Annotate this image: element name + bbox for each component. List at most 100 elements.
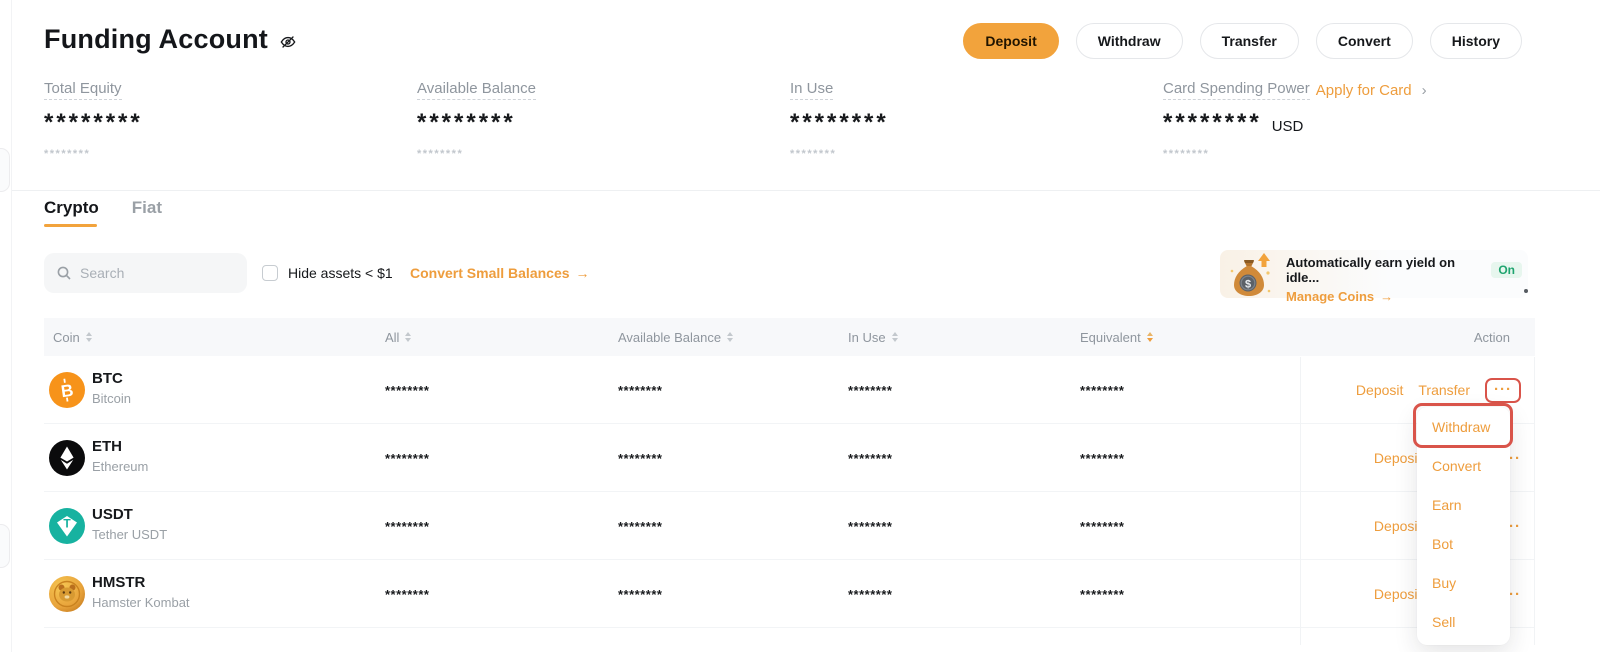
dropdown-item-earn[interactable]: Earn [1417,486,1510,525]
coin-name: Bitcoin [92,391,131,406]
earn-yield-banner[interactable]: $ Automatically earn yield on idle... On… [1220,250,1528,298]
convert-small-balances-label: Convert Small Balances [410,265,570,281]
table-row-usdt[interactable]: T USDT Tether USDT ******** ******** ***… [44,492,1535,560]
deposit-button[interactable]: Deposit [963,23,1058,59]
banner-text: Automatically earn yield on idle... On M… [1286,255,1522,304]
dropdown-item-convert[interactable]: Convert [1417,447,1510,486]
currency-unit: USD [1272,118,1304,137]
svg-text:T: T [63,517,71,531]
cell-in-use: ******** [848,519,892,534]
coin-symbol: BTC [92,370,131,387]
history-button[interactable]: History [1430,23,1522,59]
hide-small-assets-label: Hide assets < $1 [288,265,393,281]
stat-label: Card Spending Power [1163,80,1310,100]
cell-equivalent: ******** [1080,451,1124,466]
stat-sub-masked: ******** [790,148,889,160]
stat-sub-masked: ******** [417,148,536,160]
dropdown-item-buy[interactable]: Buy [1417,564,1510,603]
row-deposit-link[interactable]: Deposit [1374,586,1421,602]
coin-name: Hamster Kombat [92,595,190,610]
cell-all: ******** [385,451,429,466]
btc-coin-icon: B [49,372,85,408]
collapsed-panel-edge [11,0,12,652]
column-header-available-balance[interactable]: Available Balance [618,318,733,356]
table-row-hmstr[interactable]: HMSTR Hamster Kombat ******** ******** *… [44,560,1535,628]
assets-table-body: B BTC Bitcoin ******** ******** ********… [44,356,1535,628]
cell-in-use: ******** [848,587,892,602]
row-more-button[interactable]: ··· [1485,378,1521,403]
column-label: All [385,330,399,345]
column-label: Coin [53,330,80,345]
coin-symbol: HMSTR [92,574,190,591]
manage-coins-link[interactable]: Manage Coins → [1286,289,1393,304]
money-bag-icon: $ [1224,247,1278,301]
cell-all: ******** [385,519,429,534]
sort-icon[interactable] [86,332,92,342]
apply-for-card-link[interactable]: Apply for Card [1316,82,1412,99]
page-header: Funding Account [44,24,298,55]
sidebar-toggle-handle[interactable] [0,148,10,192]
withdraw-button[interactable]: Withdraw [1076,23,1183,59]
coin-symbol: ETH [92,438,148,455]
stat-card-spending-power: Card Spending Power Apply for Card › ***… [1163,80,1427,160]
cell-available-balance: ******** [618,519,662,534]
account-actions: Deposit Withdraw Transfer Convert Histor… [963,23,1522,59]
coin-name: Ethereum [92,459,148,474]
eye-slash-icon[interactable] [278,32,298,52]
dropdown-item-sell[interactable]: Sell [1417,603,1510,642]
search-box[interactable] [44,253,247,293]
action-column-divider [1300,357,1301,645]
row-actions-dropdown: Withdraw Convert Earn Bot Buy Sell [1417,407,1510,645]
column-header-in-use[interactable]: In Use [848,318,898,356]
row-deposit-link[interactable]: Deposit [1356,382,1403,398]
row-deposit-link[interactable]: Deposit [1374,450,1421,466]
dropdown-item-withdraw[interactable]: Withdraw [1417,408,1510,447]
stat-total-equity: Total Equity ******** ******** [44,80,143,160]
svg-text:$: $ [1245,279,1251,291]
stat-available-balance: Available Balance ******** ******** [417,80,536,160]
column-header-coin[interactable]: Coin [53,318,92,356]
arrow-right-icon: → [576,265,590,281]
cell-equivalent: ******** [1080,587,1124,602]
search-input[interactable] [80,265,220,281]
cell-all: ******** [385,383,429,398]
sidebar-toggle-handle[interactable] [0,524,10,568]
row-transfer-link[interactable]: Transfer [1418,382,1470,398]
column-header-equivalent[interactable]: Equivalent [1080,318,1153,356]
table-row-eth[interactable]: ETH Ethereum ******** ******** ******** … [44,424,1535,492]
dropdown-item-bot[interactable]: Bot [1417,525,1510,564]
sort-icon[interactable] [1147,332,1153,342]
sort-icon[interactable] [892,332,898,342]
yield-on-badge[interactable]: On [1491,262,1522,278]
banner-pagination-dot [1524,289,1528,293]
sort-icon[interactable] [727,332,733,342]
row-deposit-link[interactable]: Deposit [1374,518,1421,534]
stat-sub-masked: ******** [44,148,143,160]
stat-sub-masked: ******** [1163,148,1427,160]
tab-crypto[interactable]: Crypto [44,198,99,227]
asset-tabs: Crypto Fiat [44,198,162,227]
cell-equivalent: ******** [1080,519,1124,534]
stat-value-masked: ******** [417,109,536,137]
convert-small-balances-link[interactable]: Convert Small Balances → [410,265,590,281]
arrow-right-icon: → [1380,289,1393,304]
cell-all: ******** [385,587,429,602]
search-icon [56,265,72,281]
chevron-right-icon[interactable]: › [1422,82,1427,99]
column-header-all[interactable]: All [385,318,411,356]
cell-equivalent: ******** [1080,383,1124,398]
table-row-btc[interactable]: B BTC Bitcoin ******** ******** ********… [44,356,1535,424]
hide-small-assets-checkbox[interactable] [262,265,278,281]
manage-coins-label: Manage Coins [1286,289,1374,304]
transfer-button[interactable]: Transfer [1200,23,1299,59]
stat-value-masked: ******** [790,109,889,137]
convert-button[interactable]: Convert [1316,23,1413,59]
sort-icon[interactable] [405,332,411,342]
column-header-action: Action [1474,318,1510,356]
page-title: Funding Account [44,24,268,55]
hide-small-assets-toggle[interactable]: Hide assets < $1 [262,265,393,281]
stat-value-masked: ******** [44,109,143,137]
tab-fiat[interactable]: Fiat [132,198,162,227]
hmstr-coin-icon [49,576,85,612]
banner-title: Automatically earn yield on idle... [1286,255,1491,285]
